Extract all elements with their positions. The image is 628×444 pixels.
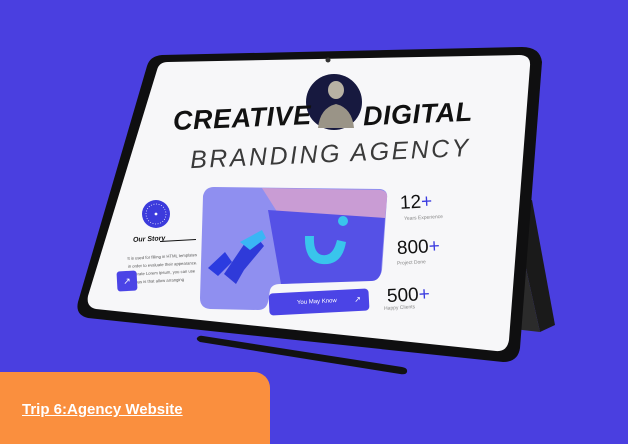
hero-graphic-dark (268, 210, 385, 284)
cta-label: You May Know (296, 298, 337, 307)
hero-title-right: DIGITAL (362, 96, 474, 132)
stat-years-suffix: + (420, 191, 433, 213)
story-text: It is used for filling in HTML templates… (127, 252, 198, 285)
arrow-up-right-icon: ↗ (353, 294, 362, 305)
arrow-up-right-icon: ↗ (122, 275, 131, 286)
title-banner: Trip 6:Agency Website (0, 372, 270, 444)
banner-title[interactable]: Trip 6:Agency Website (22, 401, 183, 418)
u-logo-dot (338, 216, 348, 226)
stat-years: 12+ (399, 191, 432, 215)
stat-projects-value: 800 (396, 236, 430, 260)
stat-projects-suffix: + (428, 235, 441, 258)
stat-years-value: 12 (399, 191, 422, 214)
hero-title-left: CREATIVE (172, 99, 313, 137)
story-arrow-button[interactable]: ↗ (116, 270, 138, 292)
camera-icon (325, 57, 331, 63)
stat-clients-suffix: + (418, 283, 431, 306)
scene: CREATIVE DIGITAL BRANDING AGENCY Our Sto… (0, 0, 628, 444)
stat-projects: 800+ (396, 236, 440, 260)
